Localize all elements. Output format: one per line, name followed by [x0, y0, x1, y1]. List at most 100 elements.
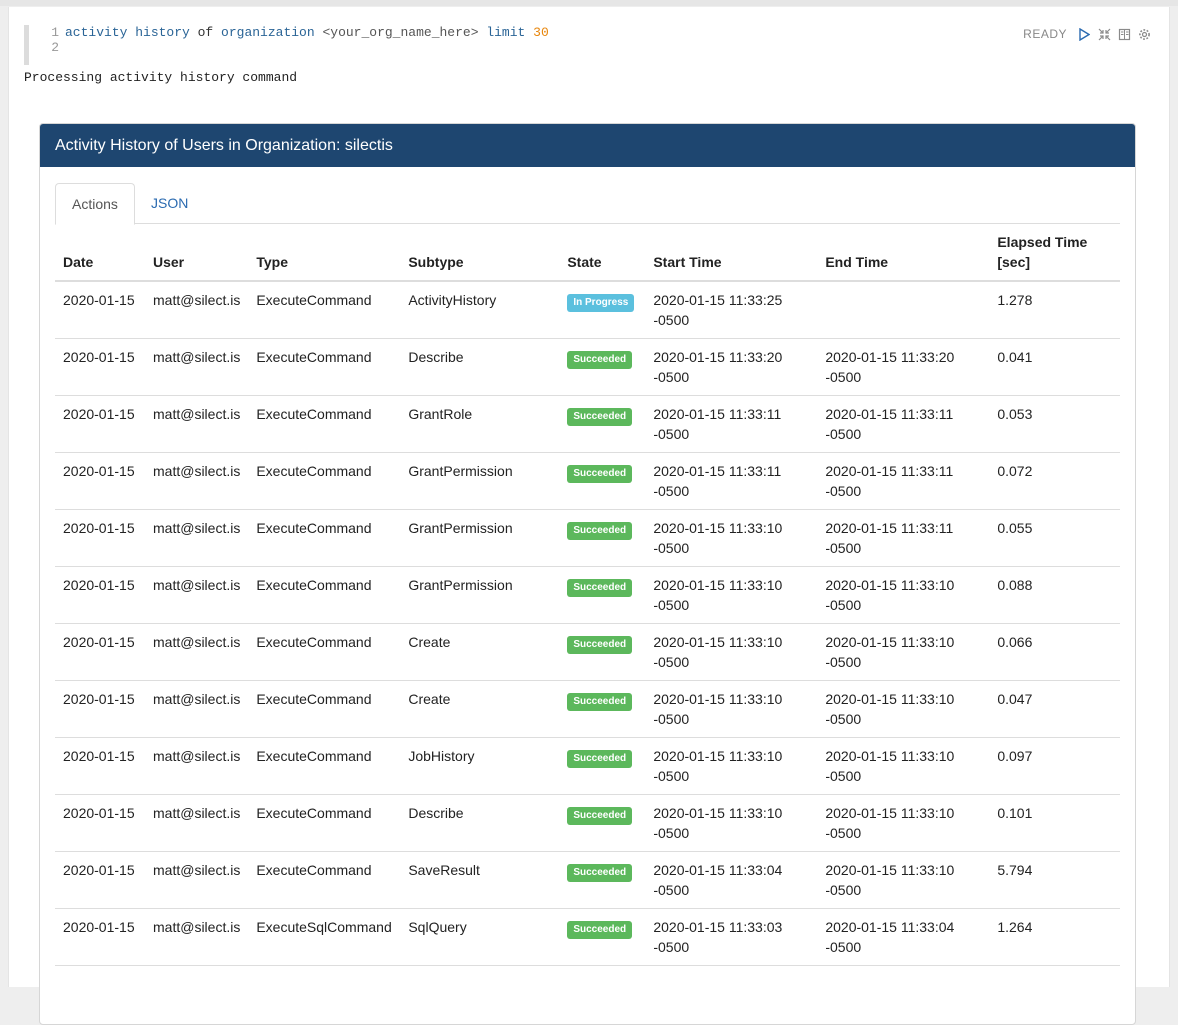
code-line[interactable]: 2 — [29, 40, 989, 55]
cell-date: 2020-01-15 — [55, 509, 145, 567]
table-header-row: Date User Type Subtype State Start Time … — [55, 224, 1120, 282]
cell-state: Succeeded — [559, 908, 646, 966]
cell-date: 2020-01-15 — [55, 623, 145, 681]
cell-type: ExecuteCommand — [248, 281, 401, 339]
cell-state: Succeeded — [559, 509, 646, 567]
cell-user: matt@silect.is — [145, 566, 249, 624]
code-token: <your_org_name_here> — [314, 25, 487, 40]
cell-state: Succeeded — [559, 680, 646, 738]
code-line[interactable]: 1 activity history of organization <your_… — [29, 25, 989, 40]
cell-elapsed: 0.088 — [989, 566, 1120, 624]
cell-elapsed: 1.264 — [989, 908, 1120, 966]
cell-end: 2020-01-15 11:33:04 -0500 — [817, 908, 990, 966]
cell-start: 2020-01-15 11:33:25 -0500 — [645, 281, 818, 339]
header-end-time[interactable]: End Time — [817, 224, 990, 282]
cell-user: matt@silect.is — [145, 281, 249, 339]
book-icon[interactable] — [1117, 27, 1131, 41]
cell-type: ExecuteCommand — [248, 851, 401, 909]
cell-elapsed: 0.047 — [989, 680, 1120, 738]
header-user[interactable]: User — [145, 224, 249, 282]
cell-subtype: GrantPermission — [400, 566, 560, 624]
status-badge: Succeeded — [567, 864, 633, 882]
status-badge: Succeeded — [567, 579, 633, 597]
cell-start: 2020-01-15 11:33:03 -0500 — [645, 908, 818, 966]
table-row: 2020-01-15 matt@silect.is ExecuteCommand Gr… — [55, 395, 1120, 453]
header-state[interactable]: State — [559, 224, 646, 282]
code-token: 30 — [533, 25, 549, 40]
table-row: 2020-01-15 matt@silect.is ExecuteCommand Gr… — [55, 509, 1120, 567]
cell-state: In Progress — [559, 281, 646, 339]
notebook-cell: 1 activity history of organization <your_… — [8, 7, 1170, 1025]
table-row: 2020-01-15 matt@silect.is ExecuteCommand Ac… — [55, 281, 1120, 339]
cell-state: Succeeded — [559, 737, 646, 795]
cell-user: matt@silect.is — [145, 908, 249, 966]
cell-end: 2020-01-15 11:33:10 -0500 — [817, 566, 990, 624]
status-badge: Succeeded — [567, 636, 633, 654]
cell-elapsed: 0.053 — [989, 395, 1120, 453]
cell-subtype: Describe — [400, 338, 560, 396]
cell-elapsed: 0.055 — [989, 509, 1120, 567]
table-row: 2020-01-15 matt@silect.is ExecuteCommand Cr… — [55, 623, 1120, 681]
table-row: 2020-01-15 matt@silect.is ExecuteCommand De… — [55, 338, 1120, 396]
tab-actions[interactable]: Actions — [55, 183, 135, 225]
cell-date: 2020-01-15 — [55, 281, 145, 339]
cell-user: matt@silect.is — [145, 395, 249, 453]
cell-date: 2020-01-15 — [55, 737, 145, 795]
status-badge: Succeeded — [567, 408, 633, 426]
line-number: 2 — [51, 40, 59, 55]
cell-date: 2020-01-15 — [55, 338, 145, 396]
header-date[interactable]: Date — [55, 224, 145, 282]
cell-end — [817, 281, 990, 339]
cell-date: 2020-01-15 — [55, 908, 145, 966]
cell-elapsed: 0.066 — [989, 623, 1120, 681]
cell-elapsed: 0.101 — [989, 794, 1120, 852]
cell-date: 2020-01-15 — [55, 794, 145, 852]
cell-start: 2020-01-15 11:33:11 -0500 — [645, 452, 818, 510]
cell-user: matt@silect.is — [145, 452, 249, 510]
cell-elapsed: 0.041 — [989, 338, 1120, 396]
gear-icon[interactable] — [1137, 27, 1151, 41]
status-badge: Succeeded — [567, 807, 633, 825]
cell-subtype: Describe — [400, 794, 560, 852]
header-start-time[interactable]: Start Time — [645, 224, 818, 282]
line-number: 1 — [51, 25, 59, 40]
header-elapsed-time[interactable]: Elapsed Time [sec] — [989, 224, 1120, 282]
cell-type: ExecuteCommand — [248, 623, 401, 681]
panel-title: Activity History of Users in Organizatio… — [40, 124, 1135, 167]
cell-end: 2020-01-15 11:33:11 -0500 — [817, 452, 990, 510]
cell-user: matt@silect.is — [145, 623, 249, 681]
cell-end: 2020-01-15 11:33:10 -0500 — [817, 851, 990, 909]
cell-user: matt@silect.is — [145, 680, 249, 738]
cell-end: 2020-01-15 11:33:10 -0500 — [817, 680, 990, 738]
cell-subtype: GrantPermission — [400, 509, 560, 567]
cell-subtype: Create — [400, 623, 560, 681]
cell-subtype: SqlQuery — [400, 908, 560, 966]
header-type[interactable]: Type — [248, 224, 401, 282]
cell-type: ExecuteSqlCommand — [248, 908, 401, 966]
code-token: limit — [486, 25, 526, 40]
status-badge: In Progress — [567, 294, 635, 312]
cell-start: 2020-01-15 11:33:10 -0500 — [645, 680, 818, 738]
top-strip — [0, 0, 1178, 6]
cell-elapsed: 0.097 — [989, 737, 1120, 795]
cell-elapsed: 0.072 — [989, 452, 1120, 510]
cell-date: 2020-01-15 — [55, 566, 145, 624]
cell-date: 2020-01-15 — [55, 395, 145, 453]
tab-json[interactable]: JSON — [135, 183, 204, 223]
play-icon[interactable] — [1077, 27, 1091, 41]
cell-start: 2020-01-15 11:33:10 -0500 — [645, 737, 818, 795]
cell-type: ExecuteCommand — [248, 794, 401, 852]
cell-subtype: GrantPermission — [400, 452, 560, 510]
header-subtype[interactable]: Subtype — [400, 224, 560, 282]
cell-state: Succeeded — [559, 794, 646, 852]
cell-type: ExecuteCommand — [248, 737, 401, 795]
activity-table: Date User Type Subtype State Start Time … — [55, 224, 1120, 966]
cell-subtype: JobHistory — [400, 737, 560, 795]
code-editor[interactable]: 1 activity history of organization <your_… — [24, 25, 989, 65]
collapse-icon[interactable] — [1097, 27, 1111, 41]
cell-user: matt@silect.is — [145, 851, 249, 909]
status-badge: Succeeded — [567, 693, 633, 711]
cell-start: 2020-01-15 11:33:04 -0500 — [645, 851, 818, 909]
code-token: of — [189, 25, 222, 40]
table-row: 2020-01-15 matt@silect.is ExecuteSqlComman… — [55, 908, 1120, 966]
